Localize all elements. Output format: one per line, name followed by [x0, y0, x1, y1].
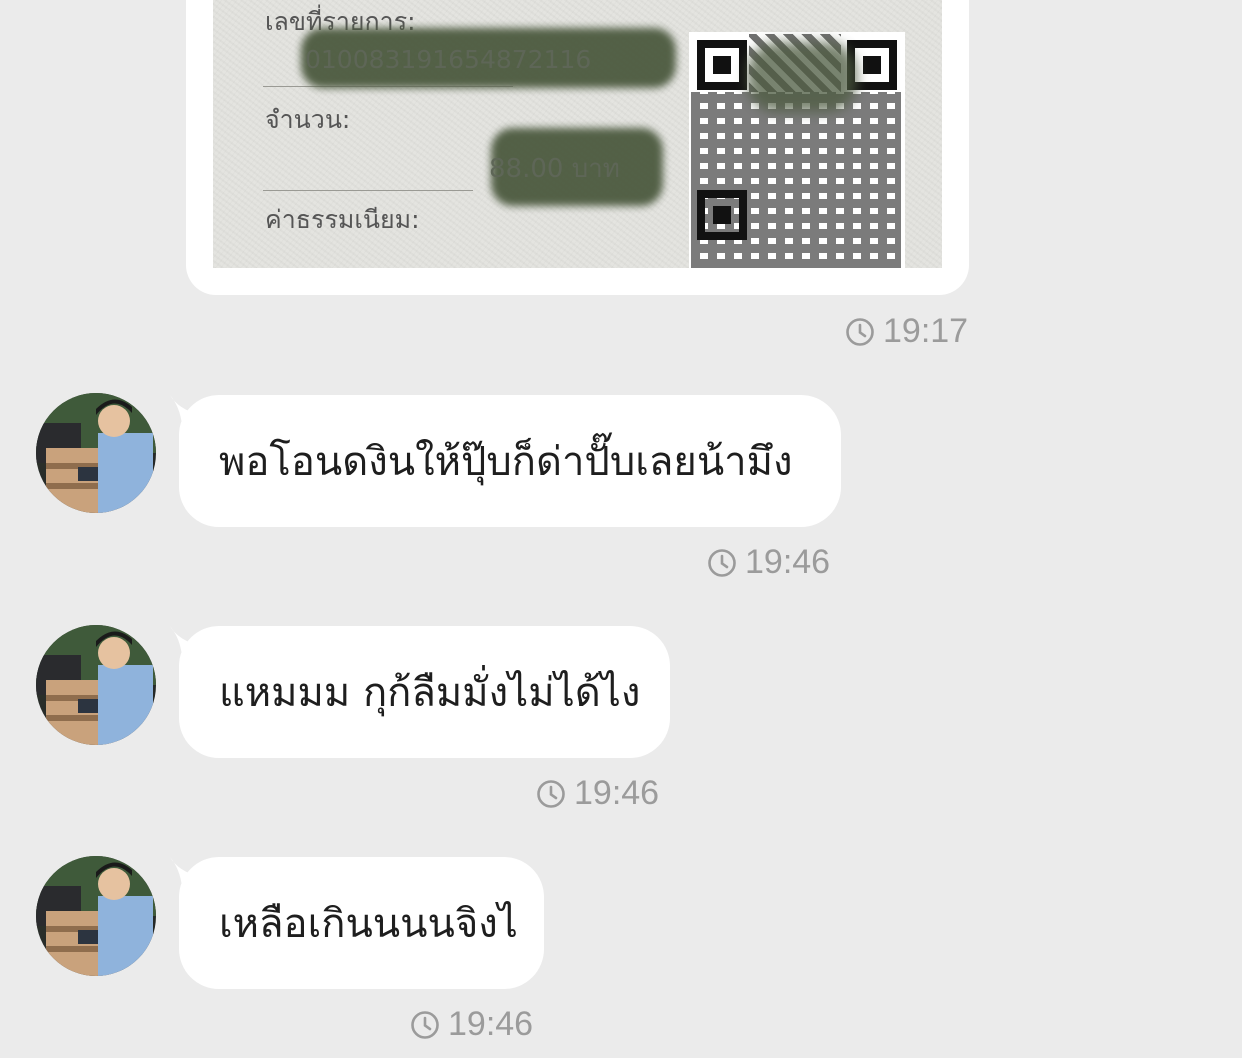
- receipt-divider: [263, 190, 473, 191]
- message-timestamp: 19:46: [536, 774, 659, 813]
- avatar-image: [36, 856, 156, 976]
- message-timestamp: 19:46: [707, 543, 830, 582]
- avatar[interactable]: [36, 856, 156, 976]
- message-text: แหมมม กุก้ลืมมั่งไม่ได้ไง: [219, 670, 641, 716]
- avatar-image: [36, 393, 156, 513]
- chat-screen: เลขที่รายการ: 010083191654872116 จำนวน: …: [0, 0, 1242, 1058]
- message-bubble[interactable]: พอโอนดงินให้ปุ๊บก็ด่าปั๊บเลยน้ามึง: [179, 395, 841, 527]
- avatar[interactable]: [36, 393, 156, 513]
- message-bubble[interactable]: แหมมม กุก้ลืมมั่งไม่ได้ไง: [179, 626, 670, 758]
- qr-finder: [697, 40, 747, 90]
- message-timestamp: 19:46: [410, 1005, 533, 1044]
- receipt-label-fee: ค่าธรรมเนียม:: [265, 205, 420, 234]
- receipt-image: เลขที่รายการ: 010083191654872116 จำนวน: …: [213, 0, 942, 268]
- timestamp-text: 19:46: [574, 774, 660, 812]
- timestamp-text: 19:46: [448, 1005, 534, 1043]
- timestamp-text: 19:46: [745, 543, 831, 581]
- qr-pattern: [691, 92, 901, 268]
- message-text: เหลือเกินนนนจิงไ: [219, 901, 518, 947]
- redaction-mark: [747, 42, 857, 112]
- qr-code: [689, 32, 905, 268]
- clock-icon: [708, 548, 736, 577]
- message-text: พอโอนดงินให้ปุ๊บก็ด่าปั๊บเลยน้ามึง: [219, 439, 793, 485]
- clock-icon: [411, 1010, 439, 1039]
- receipt-image-message[interactable]: เลขที่รายการ: 010083191654872116 จำนวน: …: [186, 0, 969, 295]
- receipt-value-reference: 010083191654872116: [305, 45, 592, 74]
- receipt-value-amount: 88.00 บาท: [489, 154, 620, 184]
- avatar[interactable]: [36, 625, 156, 745]
- receipt-label-amount: จำนวน:: [265, 105, 351, 134]
- message-bubble[interactable]: เหลือเกินนนนจิงไ: [179, 857, 544, 989]
- clock-icon: [846, 317, 874, 346]
- clock-icon: [537, 779, 565, 808]
- timestamp-text: 19:17: [883, 312, 969, 350]
- avatar-image: [36, 625, 156, 745]
- message-timestamp: 19:17: [845, 312, 968, 351]
